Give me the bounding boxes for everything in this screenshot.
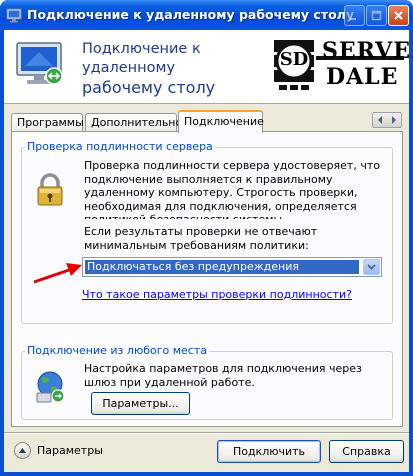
minimize-button[interactable] [344,5,365,26]
logo-text-server: SERVER [322,38,413,64]
connect-anywhere-group: Подключение из любого места Настройка па… [21,344,393,420]
client-area: Подключение к удаленному рабочему столу … [4,30,413,472]
server-auth-description: Проверка подлинности сервера удостоверяе… [84,159,380,219]
tab-programs[interactable]: Программы [11,113,84,132]
close-icon [394,11,403,20]
connect-anywhere-legend: Подключение из любого места [25,344,209,357]
auth-policy-select[interactable]: Подключаться без предупреждения [82,257,382,277]
logo-text-dale: DALE [326,64,399,90]
server-auth-legend: Проверка подлинности сервера [25,140,215,153]
chevron-down-icon [367,264,376,270]
red-arrow-annotation [33,263,82,284]
banner-title: Подключение к удаленному рабочему столу [82,40,272,97]
connect-anywhere-description: Настройка параметров для подключения чер… [84,362,362,389]
header-banner: Подключение к удаленному рабочему столу … [4,30,413,104]
maximize-icon [371,10,382,21]
minimize-icon [350,18,356,20]
connection-tab-panel: Проверка подлинности сервера Проверка по… [11,131,403,427]
auth-help-link[interactable]: Что такое параметры проверки подлинности… [82,288,352,301]
title-bar[interactable]: Подключение к удаленному рабочему столу [0,0,413,30]
auth-policy-selected-value: Подключаться без предупреждения [84,259,360,275]
globe-network-icon [36,371,65,403]
serverdale-logo: SD SERVER DALE [266,34,413,96]
banner-title-line1: Подключение к удаленному [82,41,201,76]
tab-advanced[interactable]: Дополнительно [85,113,182,132]
chevron-left-icon[interactable] [377,116,383,124]
tab-connection[interactable]: Подключение [178,110,264,133]
rdc-window: Подключение к удаленному рабочему столу … [0,0,413,476]
tab-strip: Программы Дополнительно Подключение [11,110,403,133]
banner-title-line2: рабочему столу [82,78,216,97]
close-button[interactable] [388,5,409,26]
auth-policy-dropdown-button[interactable] [363,259,380,275]
server-auth-group: Проверка подлинности сервера Проверка по… [21,140,393,324]
help-button[interactable]: Справка [329,440,404,463]
options-label[interactable]: Параметры [37,444,103,457]
options-toggle-button[interactable] [14,442,31,459]
footer-divider [4,432,409,434]
chevron-up-icon [19,448,26,453]
connect-button[interactable]: Подключить [217,440,321,463]
chevron-right-icon[interactable] [391,116,397,124]
policy-label: Если результаты проверки не отвечают мин… [84,225,318,252]
logo-badge: SD [279,49,309,70]
window-title: Подключение к удаленному рабочему столу [27,7,354,22]
padlock-icon [37,173,63,206]
remote-desktop-monitor-icon [16,42,63,85]
tab-scroll-buttons[interactable] [372,112,402,128]
gateway-settings-button[interactable]: Параметры... [91,392,190,415]
remote-desktop-icon [6,8,22,23]
maximize-button[interactable] [366,5,387,26]
